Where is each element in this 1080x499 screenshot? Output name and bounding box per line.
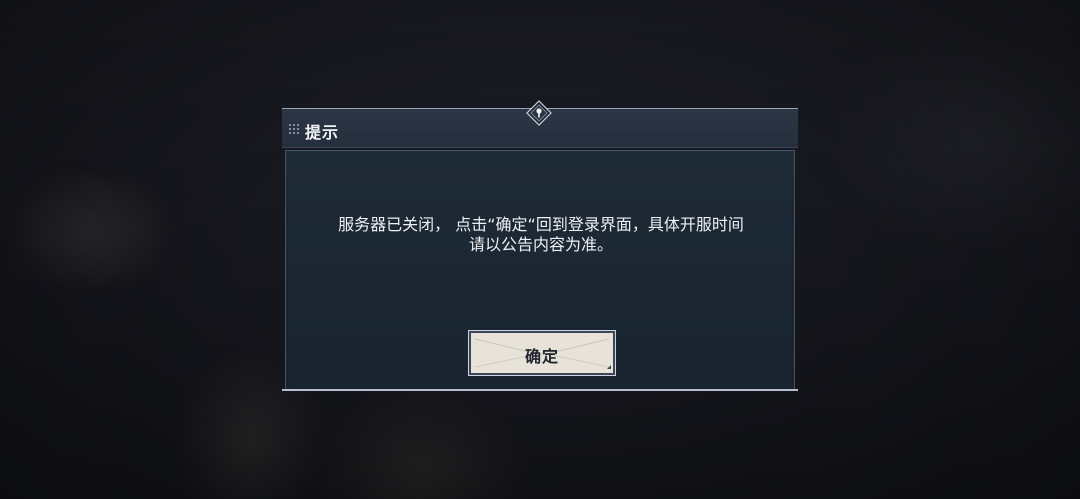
dialog-message: 服务器已关闭， 点击“确定“回到登录界面，具体开服时间 请以公告内容为准。: [286, 215, 796, 255]
message-line-1: 服务器已关闭， 点击“确定“回到登录界面，具体开服时间: [338, 215, 744, 234]
grip-dots-icon: [288, 123, 300, 135]
diamond-emblem-icon: [526, 100, 552, 126]
dialog-bottom-border: [282, 389, 798, 391]
confirm-button-label: 确定: [524, 347, 559, 366]
message-line-2: 请以公告内容为准。: [468, 235, 613, 254]
server-closed-dialog: 提示 服务器已关闭， 点击“确定“回到登录界面，具体开服时间 请以公告内容为准。…: [282, 100, 798, 392]
dialog-title: 提示: [305, 123, 340, 142]
dialog-body: 服务器已关闭， 点击“确定“回到登录界面，具体开服时间 请以公告内容为准。 确定: [285, 150, 795, 390]
confirm-button[interactable]: 确定: [468, 330, 616, 376]
